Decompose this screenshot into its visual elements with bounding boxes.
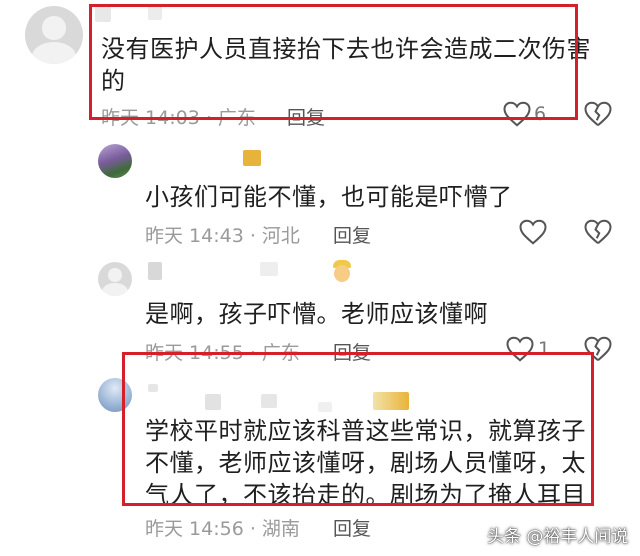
username-blurred	[148, 262, 162, 280]
like-icon[interactable]	[518, 218, 548, 250]
username-blurred	[260, 262, 278, 276]
emoji-icon	[331, 260, 353, 284]
dislike-icon[interactable]	[583, 218, 613, 250]
avatar[interactable]	[98, 262, 132, 296]
highlight-box	[89, 4, 578, 120]
comment-text: 小孩们可能不懂，也可能是吓懵了	[145, 183, 513, 211]
comment-meta: 昨天 14:43 · 河北	[145, 225, 300, 247]
reply-button[interactable]: 回复	[333, 514, 371, 541]
badge-blurred	[243, 150, 261, 166]
comment-text: 是啊，孩子吓懵。老师应该懂啊	[145, 300, 488, 328]
avatar[interactable]	[25, 6, 83, 64]
avatar[interactable]	[98, 144, 132, 178]
highlight-box	[122, 352, 594, 506]
reply-button[interactable]: 回复	[333, 221, 371, 248]
comment-meta: 昨天 14:56 · 湖南	[145, 518, 300, 540]
watermark: 头条 @裕丰人间说	[487, 527, 629, 547]
dislike-icon[interactable]	[583, 100, 613, 132]
